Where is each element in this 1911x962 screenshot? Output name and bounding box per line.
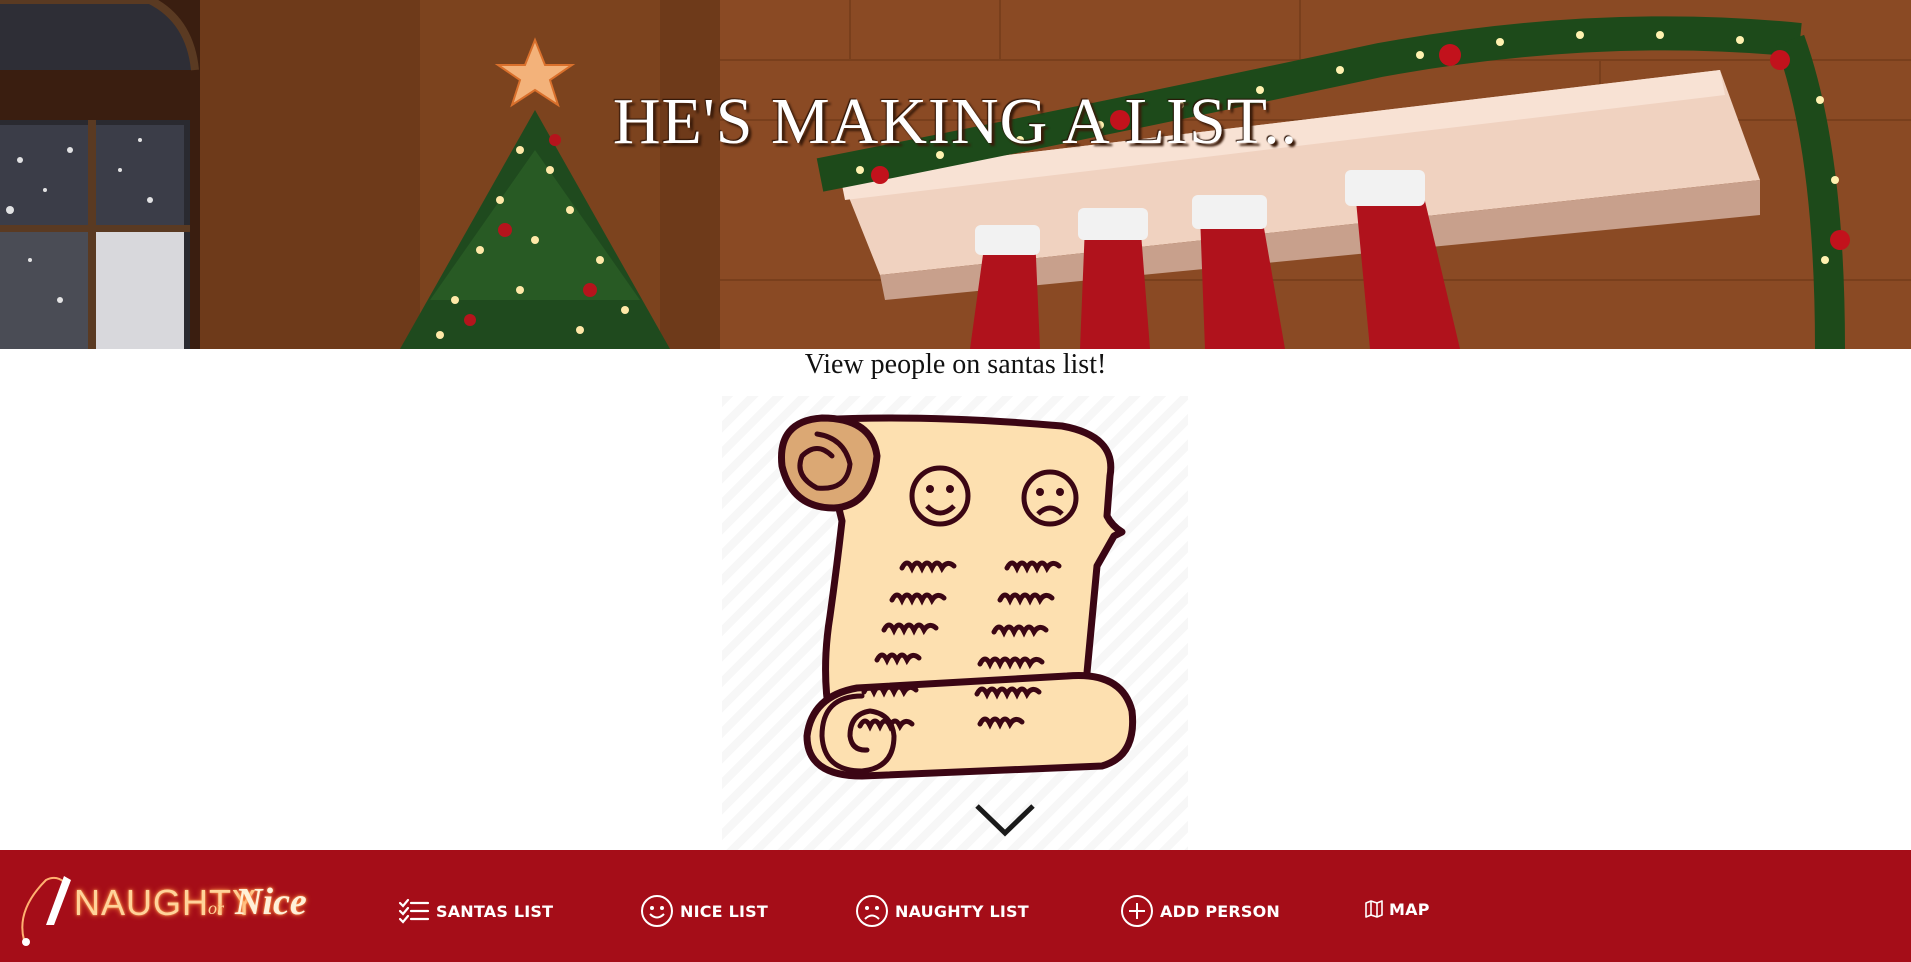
plus-circle-icon <box>1121 895 1153 927</box>
nav-map[interactable]: MAP <box>1365 892 1430 926</box>
nav-add-person[interactable]: ADD PERSON <box>1120 894 1280 928</box>
map-icon <box>1365 900 1383 918</box>
logo-nice-text: Nice <box>235 881 307 923</box>
nav-map-label: MAP <box>1389 899 1430 919</box>
nav-naughty-list-label: NAUGHTY LIST <box>895 901 1029 921</box>
hero-banner: HE'S MAKING A LIST.. <box>0 0 1911 349</box>
nav-nice-list[interactable]: NICE LIST <box>640 894 768 928</box>
nav-santas-list-label: SANTAS LIST <box>436 901 554 921</box>
happy-face-icon <box>641 895 673 927</box>
checklist-icon <box>398 898 430 924</box>
logo-or-text: or <box>208 898 225 918</box>
nav-nice-list-label: NICE LIST <box>680 901 768 921</box>
santa-list-scroll-image <box>778 414 1137 837</box>
nav-naughty-list[interactable]: NAUGHTY LIST <box>855 894 1029 928</box>
hero-title: HE'S MAKING A LIST.. <box>612 85 1299 158</box>
chevron-down-icon <box>975 804 1035 837</box>
page-subtitle: View people on santas list! <box>804 349 1107 380</box>
logo-naughty-text: NAUGHTY <box>74 882 258 923</box>
fireplace-scene-image <box>0 0 1911 349</box>
sad-face-icon <box>856 895 888 927</box>
nav-santas-list[interactable]: SANTAS LIST <box>398 894 553 928</box>
nav-add-person-label: ADD PERSON <box>1160 901 1281 921</box>
scroll-image-panel <box>722 396 1188 850</box>
